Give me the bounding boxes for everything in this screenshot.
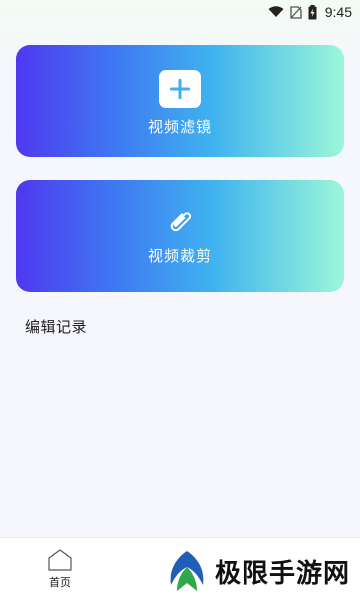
watermark: 极限手游网 — [160, 546, 354, 596]
paperclip-icon — [170, 211, 192, 231]
video-crop-card[interactable]: 视频裁剪 — [16, 180, 344, 292]
battery-charging-icon — [308, 4, 317, 19]
video-crop-label: 视频裁剪 — [147, 246, 212, 265]
video-filter-label: 视频滤镜 — [147, 117, 212, 136]
nav-item-home[interactable]: 首页 — [38, 548, 82, 590]
home-icon — [48, 549, 72, 571]
plus-icon — [159, 69, 201, 108]
status-bar: 9:45 — [0, 0, 360, 24]
watermark-logo-icon — [170, 551, 204, 591]
video-filter-card[interactable]: 视频滤镜 — [16, 45, 344, 157]
watermark-text: 极限手游网 — [214, 558, 350, 589]
no-sim-icon — [290, 5, 302, 19]
nav-home-label: 首页 — [49, 576, 71, 589]
edit-history-title: 编辑记录 — [25, 318, 88, 336]
status-time: 9:45 — [324, 4, 352, 20]
wifi-icon — [268, 6, 284, 17]
